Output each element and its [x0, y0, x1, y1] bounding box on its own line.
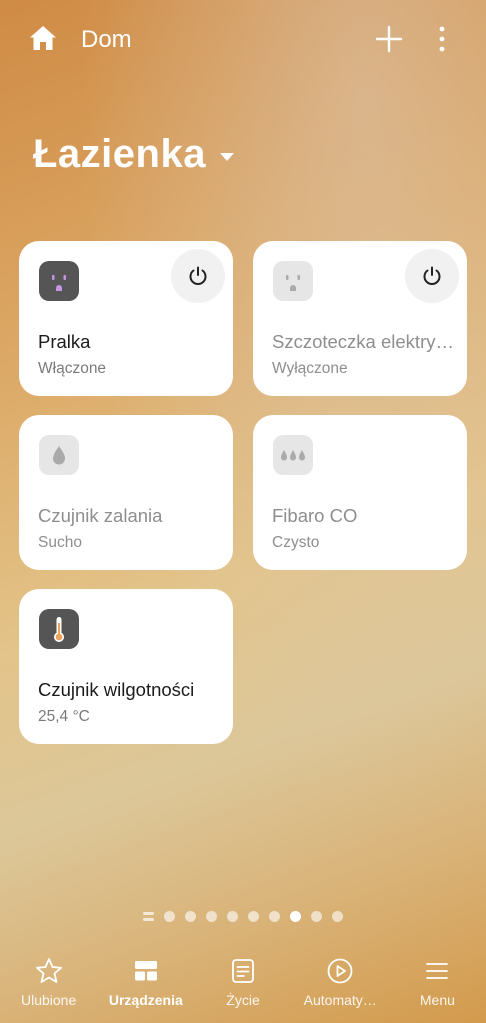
nav-item-zycie[interactable]: Życie [194, 952, 291, 1023]
nav-item-ulubione[interactable]: Ulubione [0, 952, 97, 1023]
device-name: Czujnik zalania [38, 505, 163, 526]
power-button[interactable] [171, 249, 225, 303]
home-icon[interactable] [28, 24, 58, 52]
device-status: Czysto [272, 534, 320, 551]
device-card-czujnik-zalania[interactable]: Czujnik zalania Sucho [19, 415, 233, 570]
device-name: Pralka [38, 331, 91, 352]
nav-label: Życie [226, 992, 260, 1008]
bottom-navigation: Ulubione Urządzenia Życie Automaty… Menu [0, 952, 486, 1023]
device-card-szczoteczka[interactable]: Szczoteczka elektryczna Wyłączone [253, 241, 467, 396]
more-vertical-icon[interactable] [430, 24, 454, 54]
nav-item-automatyzacje[interactable]: Automaty… [292, 952, 389, 1023]
water-drop-icon [39, 435, 79, 475]
app-title[interactable]: Dom [81, 26, 132, 54]
page-dot[interactable] [185, 911, 196, 922]
page-indicator[interactable] [0, 911, 486, 922]
outlet-icon [39, 261, 79, 301]
power-icon [189, 266, 207, 285]
page-dot[interactable] [269, 911, 280, 922]
nav-label: Automaty… [303, 992, 377, 1008]
nav-item-menu[interactable]: Menu [389, 952, 486, 1023]
device-name: Szczoteczka elektryczna [272, 331, 456, 352]
plus-icon[interactable] [374, 24, 404, 54]
device-status: Wyłączone [272, 360, 348, 377]
page-dot[interactable] [332, 911, 343, 922]
power-button[interactable] [405, 249, 459, 303]
device-status: 25,4 °C [38, 708, 90, 725]
top-bar: Dom [0, 0, 486, 80]
devices-icon [134, 961, 157, 981]
thermometer-icon [39, 609, 79, 649]
star-icon [35, 958, 62, 983]
life-icon [232, 959, 254, 983]
menu-icon [426, 963, 449, 979]
room-title: Łazienka [33, 132, 206, 176]
nav-label: Ulubione [20, 992, 77, 1008]
device-card-pralka[interactable]: Pralka Włączone [19, 241, 233, 396]
device-card-fibaro-co[interactable]: Fibaro CO Czysto [253, 415, 467, 570]
page-dot[interactable] [311, 911, 322, 922]
device-status: Włączone [38, 360, 107, 377]
device-name: Fibaro CO [272, 505, 358, 526]
device-status: Sucho [38, 534, 82, 551]
automation-icon [327, 958, 353, 984]
device-card-czujnik-wilgotnosci[interactable]: Czujnik wilgotności 25,4 °C [19, 589, 233, 744]
caret-down-icon [219, 152, 234, 161]
page-dot[interactable] [248, 911, 259, 922]
room-selector[interactable]: Łazienka [33, 132, 234, 177]
page-dot[interactable] [164, 911, 175, 922]
nav-item-urzadzenia[interactable]: Urządzenia [97, 952, 194, 1023]
drops-icon [273, 435, 313, 475]
page-dot[interactable] [227, 911, 238, 922]
outlet-icon [273, 261, 313, 301]
list-page-indicator-icon[interactable] [143, 911, 154, 922]
page-dot[interactable] [290, 911, 301, 922]
power-icon [423, 266, 441, 285]
nav-label: Urządzenia [108, 992, 183, 1008]
device-name: Czujnik wilgotności [38, 679, 195, 700]
nav-label: Menu [419, 992, 455, 1008]
page-dot[interactable] [206, 911, 217, 922]
